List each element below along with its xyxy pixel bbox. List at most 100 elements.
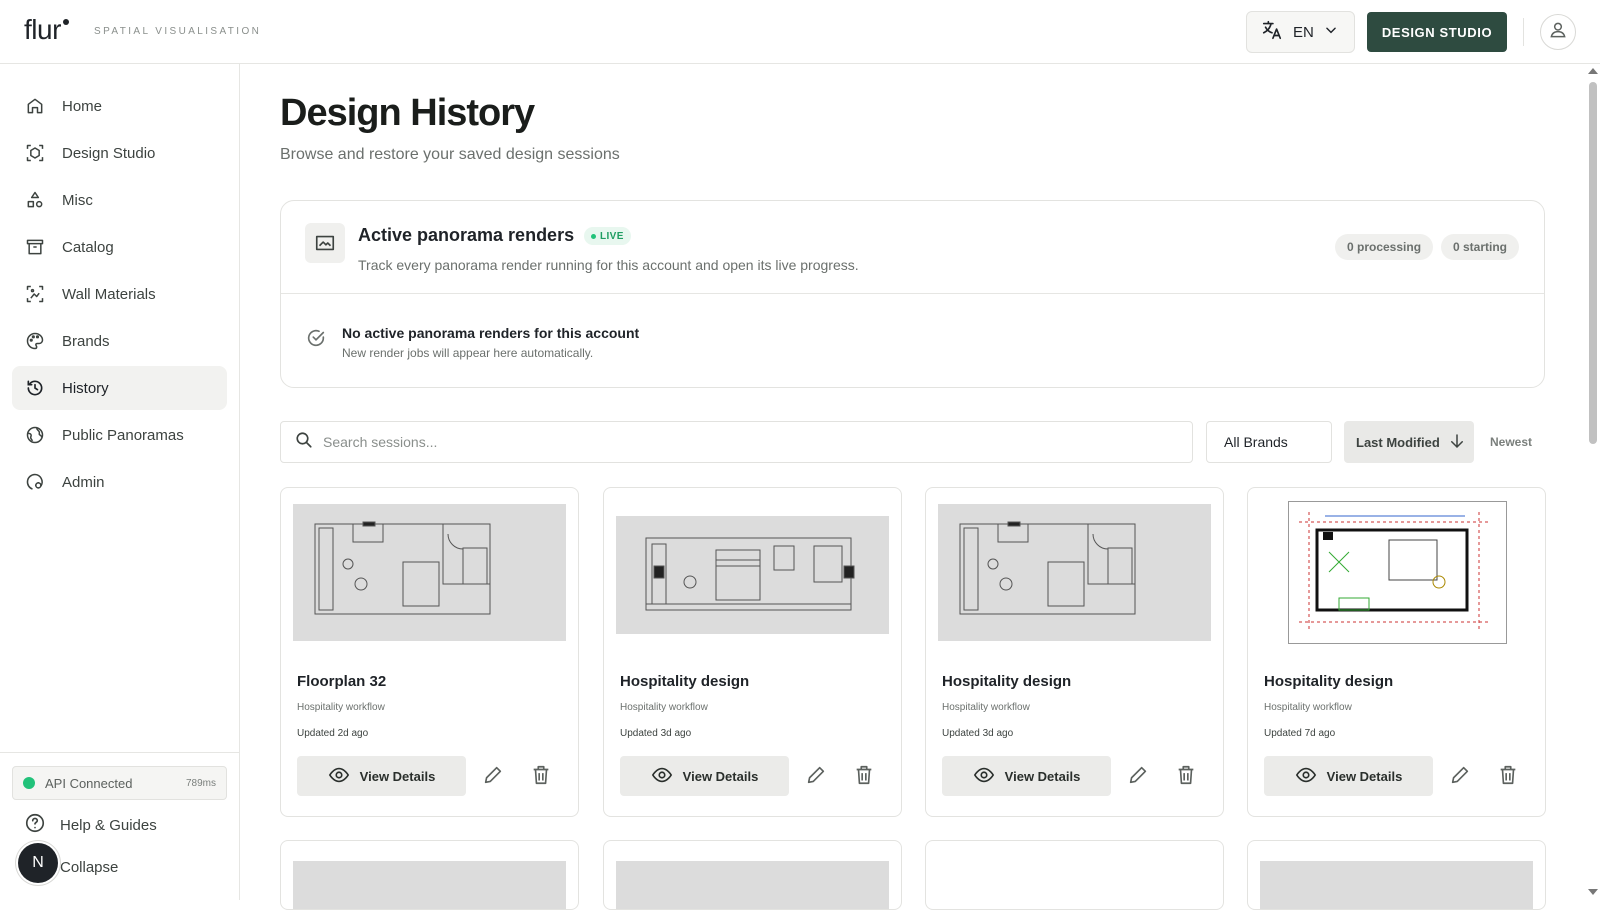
floorplan-thumbnail bbox=[938, 504, 1211, 641]
sidebar-item-label: Home bbox=[62, 97, 103, 115]
session-card[interactable]: Hospitality design Hospitality workflow … bbox=[603, 487, 902, 817]
sidebar: Home Design Studio Misc Catalog Wall Mat… bbox=[0, 64, 240, 900]
sidebar-item-label: Admin bbox=[62, 473, 105, 491]
help-icon bbox=[24, 812, 46, 839]
session-workflow: Hospitality workflow bbox=[620, 702, 708, 713]
sidebar-item-catalog[interactable]: Catalog bbox=[12, 225, 227, 269]
view-details-button[interactable]: View Details bbox=[1264, 756, 1433, 796]
view-details-button[interactable]: View Details bbox=[942, 756, 1111, 796]
starting-count-badge: 0 starting bbox=[1441, 234, 1520, 260]
scroll-up-arrow-icon[interactable] bbox=[1588, 68, 1598, 74]
view-details-button[interactable]: View Details bbox=[620, 756, 789, 796]
api-latency: 789ms bbox=[185, 777, 216, 789]
top-bar: flur SPATIAL VISUALISATION EN DESIGN STU… bbox=[0, 0, 1600, 64]
sidebar-item-misc[interactable]: Misc bbox=[12, 178, 227, 222]
session-name: Hospitality design bbox=[620, 673, 750, 690]
status-dot-icon bbox=[23, 777, 35, 789]
edit-button[interactable] bbox=[805, 764, 829, 788]
floorplan-thumbnail bbox=[293, 504, 566, 641]
api-status: API Connected 789ms bbox=[12, 766, 227, 800]
sidebar-item-admin[interactable]: Admin bbox=[12, 460, 227, 504]
help-guides-link[interactable]: Help & Guides bbox=[24, 812, 157, 839]
renders-subtitle: Track every panorama render running for … bbox=[358, 257, 859, 273]
page-title: Design History bbox=[280, 92, 535, 134]
renders-title: Active panorama renders bbox=[358, 225, 575, 245]
language-label: EN bbox=[1293, 23, 1314, 41]
trash-icon bbox=[1497, 765, 1519, 790]
search-input[interactable] bbox=[323, 434, 1123, 450]
trash-icon bbox=[530, 765, 552, 790]
edit-button[interactable] bbox=[482, 764, 506, 788]
cube-icon bbox=[24, 142, 46, 164]
globe-icon bbox=[24, 424, 46, 446]
logo[interactable]: flur bbox=[24, 14, 69, 46]
delete-button[interactable] bbox=[1175, 764, 1199, 788]
view-details-button[interactable]: View Details bbox=[297, 756, 466, 796]
sidebar-item-label: Public Panoramas bbox=[62, 426, 184, 444]
language-selector[interactable]: EN bbox=[1246, 11, 1355, 53]
home-icon bbox=[24, 95, 46, 117]
session-name: Hospitality design bbox=[1264, 673, 1394, 690]
sort-field-button[interactable]: Last Modified bbox=[1344, 421, 1474, 463]
translate-icon bbox=[1261, 19, 1283, 46]
history-icon bbox=[24, 377, 46, 399]
sidebar-item-label: History bbox=[62, 379, 109, 397]
pencil-icon bbox=[805, 766, 827, 790]
user-avatar-button[interactable] bbox=[1540, 14, 1576, 50]
floorplan-thumbnail bbox=[1260, 861, 1533, 909]
sort-order-button[interactable]: Newest bbox=[1490, 435, 1532, 449]
user-initial-badge[interactable]: N bbox=[18, 843, 58, 883]
floorplan-thumbnail bbox=[616, 861, 889, 909]
floorplan-thumbnail bbox=[616, 516, 889, 634]
sidebar-item-home[interactable]: Home bbox=[12, 84, 227, 128]
scrollbar-thumb[interactable] bbox=[1589, 82, 1597, 444]
session-card[interactable]: Hospitality design Hospitality workflow … bbox=[1247, 487, 1546, 817]
session-card[interactable]: Floorplan 32 Hospitality workflow Update… bbox=[280, 487, 579, 817]
eye-icon bbox=[328, 764, 350, 789]
sidebar-divider bbox=[0, 752, 239, 753]
delete-button[interactable] bbox=[1497, 764, 1521, 788]
sidebar-item-history[interactable]: History bbox=[12, 366, 227, 410]
sidebar-item-label: Misc bbox=[62, 191, 93, 209]
session-updated: Updated 2d ago bbox=[297, 728, 369, 739]
session-card[interactable]: Hospitality design Hospitality workflow … bbox=[925, 487, 1224, 817]
delete-button[interactable] bbox=[853, 764, 877, 788]
floorplan-thumbnail bbox=[293, 861, 566, 909]
shapes-icon bbox=[24, 189, 46, 211]
sidebar-item-public-panoramas[interactable]: Public Panoramas bbox=[12, 413, 227, 457]
session-updated: Updated 7d ago bbox=[1264, 728, 1336, 739]
active-renders-card: Active panorama renders LIVE Track every… bbox=[280, 200, 1545, 388]
session-name: Floorplan 32 bbox=[297, 673, 387, 690]
brand-filter-select[interactable]: All Brands bbox=[1206, 421, 1332, 463]
user-icon bbox=[1548, 20, 1568, 45]
delete-button[interactable] bbox=[530, 764, 554, 788]
session-name: Hospitality design bbox=[942, 673, 1072, 690]
sidebar-item-wall-materials[interactable]: Wall Materials bbox=[12, 272, 227, 316]
eye-icon bbox=[973, 764, 995, 789]
edit-button[interactable] bbox=[1127, 764, 1151, 788]
session-workflow: Hospitality workflow bbox=[297, 702, 385, 713]
session-workflow: Hospitality workflow bbox=[942, 702, 1030, 713]
admin-icon bbox=[24, 471, 46, 493]
search-sessions[interactable] bbox=[280, 421, 1193, 463]
card-divider bbox=[281, 293, 1544, 294]
sidebar-item-design-studio[interactable]: Design Studio bbox=[12, 131, 227, 175]
empty-state-subtitle: New render jobs will appear here automat… bbox=[342, 346, 594, 360]
sort-label: Last Modified bbox=[1356, 434, 1440, 450]
api-status-label: API Connected bbox=[45, 775, 133, 791]
session-updated: Updated 3d ago bbox=[620, 728, 692, 739]
edit-button[interactable] bbox=[1449, 764, 1473, 788]
design-studio-button[interactable]: DESIGN STUDIO bbox=[1367, 12, 1507, 52]
sidebar-item-brands[interactable]: Brands bbox=[12, 319, 227, 363]
help-label: Help & Guides bbox=[60, 817, 157, 834]
tagline: SPATIAL VISUALISATION bbox=[94, 26, 262, 37]
floorplan-thumbnail bbox=[1288, 501, 1507, 644]
session-updated: Updated 3d ago bbox=[942, 728, 1014, 739]
empty-state-title: No active panorama renders for this acco… bbox=[342, 325, 640, 341]
sidebar-item-label: Wall Materials bbox=[62, 285, 156, 303]
eye-icon bbox=[1295, 764, 1317, 789]
sidebar-item-label: Catalog bbox=[62, 238, 114, 256]
panorama-icon bbox=[305, 223, 345, 263]
pencil-icon bbox=[1127, 766, 1149, 790]
scroll-down-arrow-icon[interactable] bbox=[1588, 889, 1598, 895]
